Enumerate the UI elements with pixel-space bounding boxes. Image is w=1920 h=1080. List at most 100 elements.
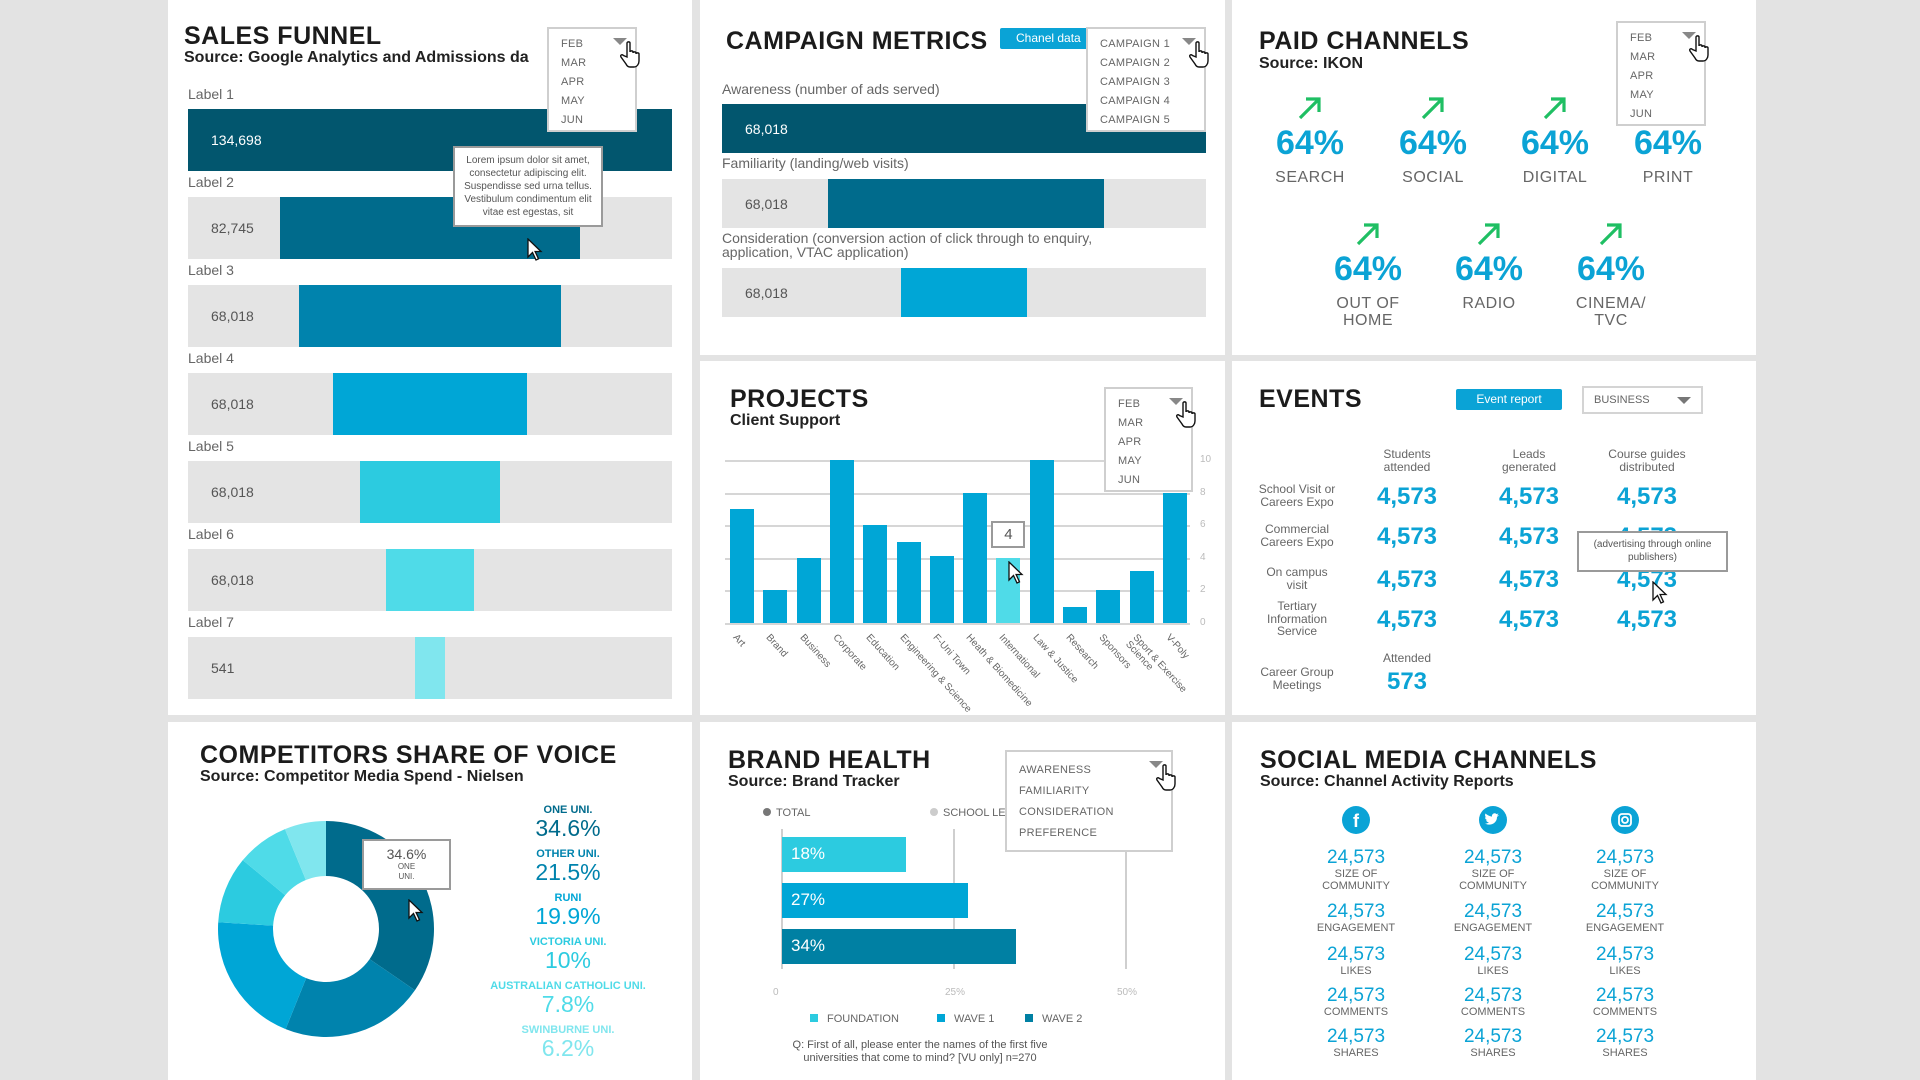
trend-up-icon bbox=[1598, 221, 1624, 247]
social-metric-value: 24,573 bbox=[1326, 847, 1386, 868]
month-dropdown[interactable]: FEB MAR APR MAY JUN bbox=[547, 27, 640, 132]
svg-text:f: f bbox=[1353, 811, 1360, 831]
dropdown-option[interactable]: APR bbox=[1630, 67, 1704, 86]
social-metric-value: 24,573 bbox=[1595, 985, 1655, 1006]
legend-label: WAVE 1 bbox=[954, 1013, 995, 1025]
bar[interactable]: 18% bbox=[782, 837, 906, 872]
funnel-bar-track[interactable]: 541 bbox=[188, 637, 672, 699]
event-value: 573 bbox=[1386, 668, 1428, 695]
legend-label: FOUNDATION bbox=[827, 1013, 899, 1025]
panel-title: SOCIAL MEDIA CHANNELS bbox=[1260, 746, 1597, 774]
dropdown-option[interactable]: APR bbox=[561, 73, 635, 92]
bar[interactable] bbox=[963, 492, 988, 623]
paid-channels-panel: PAID CHANNELS Source: IKON 64% SEARCH 64% S… bbox=[1232, 0, 1756, 355]
funnel-bar-track[interactable]: 68,018 bbox=[188, 285, 672, 347]
dropdown-option[interactable]: CONSIDERATION bbox=[1019, 802, 1171, 823]
metric-label: Awareness (number of ads served) bbox=[722, 81, 940, 97]
social-metric-value: 24,573 bbox=[1463, 847, 1523, 868]
bar[interactable]: 27% bbox=[782, 883, 968, 918]
funnel-bar[interactable] bbox=[415, 637, 445, 699]
social-metric-label: SIZE OF COMMUNITY bbox=[1459, 868, 1527, 892]
bar[interactable] bbox=[1129, 570, 1154, 623]
channel-label: DIGITAL bbox=[1522, 169, 1588, 186]
panel-title: PAID CHANNELS bbox=[1259, 27, 1470, 55]
chevron-down-icon bbox=[1677, 397, 1691, 404]
funnel-bar-track[interactable]: 68,018 bbox=[188, 373, 672, 435]
metric-bar-track[interactable]: 68,018 bbox=[722, 268, 1206, 317]
bar[interactable] bbox=[896, 541, 921, 623]
panel-source: Source: Channel Activity Reports bbox=[1260, 773, 1514, 790]
bar[interactable] bbox=[1096, 590, 1121, 623]
bar[interactable] bbox=[1162, 492, 1187, 623]
arrow-cursor-icon bbox=[1008, 560, 1025, 585]
channel-percent: 64% bbox=[1633, 124, 1703, 162]
dropdown-option[interactable]: JUN bbox=[561, 111, 635, 130]
x-tick-label: V-Poly bbox=[1163, 632, 1191, 662]
campaign-dropdown[interactable]: CAMPAIGN 1 CAMPAIGN 2 CAMPAIGN 3 CAMPAIGN 4… bbox=[1086, 27, 1209, 132]
bar-label: 18% bbox=[791, 844, 826, 863]
bar[interactable] bbox=[863, 525, 888, 623]
funnel-bar-track[interactable]: 68,018 bbox=[188, 461, 672, 523]
metric-label: Familiarity (landing/web visits) bbox=[722, 155, 909, 171]
funnel-value: 541 bbox=[211, 660, 235, 676]
arrow-cursor-icon bbox=[408, 898, 424, 923]
dropdown-option[interactable]: FAMILIARITY bbox=[1019, 781, 1171, 802]
bar[interactable] bbox=[763, 590, 788, 623]
bar[interactable] bbox=[730, 508, 754, 623]
metric-bar[interactable] bbox=[828, 179, 1105, 228]
legend-label: WAVE 2 bbox=[1042, 1013, 1083, 1025]
channel-percent: 64% bbox=[1398, 124, 1468, 162]
funnel-bar-track[interactable]: 68,018 bbox=[188, 549, 672, 611]
bar[interactable] bbox=[929, 556, 954, 623]
bar[interactable] bbox=[1029, 460, 1054, 623]
funnel-bar[interactable] bbox=[386, 549, 474, 611]
funnel-row-label: Label 5 bbox=[188, 438, 234, 454]
dropdown-option[interactable]: CAMPAIGN 3 bbox=[1100, 73, 1204, 92]
trend-up-icon bbox=[1420, 95, 1446, 121]
facebook-icon[interactable]: f bbox=[1342, 806, 1370, 834]
hand-cursor-icon bbox=[1688, 35, 1710, 63]
metric-bar[interactable] bbox=[901, 268, 1027, 317]
social-metric-value: 24,573 bbox=[1595, 1026, 1655, 1047]
dropdown-option[interactable]: MAY bbox=[561, 92, 635, 111]
month-dropdown[interactable]: FEB MAR APR MAY JUN bbox=[1104, 387, 1196, 492]
funnel-bar[interactable] bbox=[299, 285, 561, 347]
funnel-bar[interactable] bbox=[359, 461, 501, 523]
event-report-button[interactable]: Event report bbox=[1456, 389, 1562, 410]
y-tick-label: 4 bbox=[1200, 551, 1206, 563]
dropdown-option[interactable]: MAY bbox=[1118, 452, 1191, 471]
segment-filter[interactable]: TOTAL bbox=[763, 807, 810, 819]
bar[interactable] bbox=[829, 460, 854, 623]
events-panel: EVENTS Event report BUSINESS Students at… bbox=[1232, 361, 1756, 715]
twitter-icon[interactable] bbox=[1479, 806, 1507, 834]
radio-icon bbox=[930, 808, 938, 816]
month-dropdown[interactable]: FEB MAR APR MAY JUN bbox=[1616, 21, 1709, 126]
dropdown-option[interactable]: JUN bbox=[1118, 471, 1191, 490]
dropdown-option[interactable]: APR bbox=[1118, 433, 1191, 452]
hand-cursor-icon bbox=[1155, 764, 1177, 792]
panel-title: SALES FUNNEL bbox=[184, 22, 382, 50]
social-metric-label: COMMENTS bbox=[1592, 1006, 1658, 1018]
social-metric-value: 24,573 bbox=[1595, 944, 1655, 965]
dropdown-option[interactable]: JUN bbox=[1630, 105, 1704, 124]
instagram-icon[interactable] bbox=[1611, 806, 1639, 834]
bar[interactable]: 34% bbox=[782, 929, 1016, 964]
dropdown-option[interactable]: CAMPAIGN 4 bbox=[1100, 92, 1204, 111]
bar[interactable] bbox=[1063, 606, 1087, 623]
dropdown-option[interactable]: MAY bbox=[1630, 86, 1704, 105]
channel-data-button[interactable]: Chanel data bbox=[1000, 28, 1095, 49]
category-select[interactable]: BUSINESS bbox=[1582, 386, 1703, 414]
bar[interactable] bbox=[796, 557, 821, 623]
dropdown-option[interactable]: PREFERENCE bbox=[1019, 823, 1171, 844]
metric-value: 68,018 bbox=[745, 120, 788, 137]
category-select-value: BUSINESS bbox=[1594, 394, 1650, 406]
funnel-bar[interactable] bbox=[333, 373, 527, 435]
metric-bar-track[interactable]: 68,018 bbox=[722, 179, 1206, 228]
measure-dropdown[interactable]: AWARENESS FAMILIARITY CONSIDERATION PREFERE… bbox=[1005, 750, 1176, 852]
trend-up-icon bbox=[1297, 95, 1323, 121]
social-metric-value: 24,573 bbox=[1595, 847, 1655, 868]
x-tick-label: 0 bbox=[773, 987, 779, 998]
funnel-value: 134,698 bbox=[211, 132, 262, 148]
social-metric-value: 24,573 bbox=[1326, 985, 1386, 1006]
dropdown-option[interactable]: CAMPAIGN 5 bbox=[1100, 111, 1204, 130]
